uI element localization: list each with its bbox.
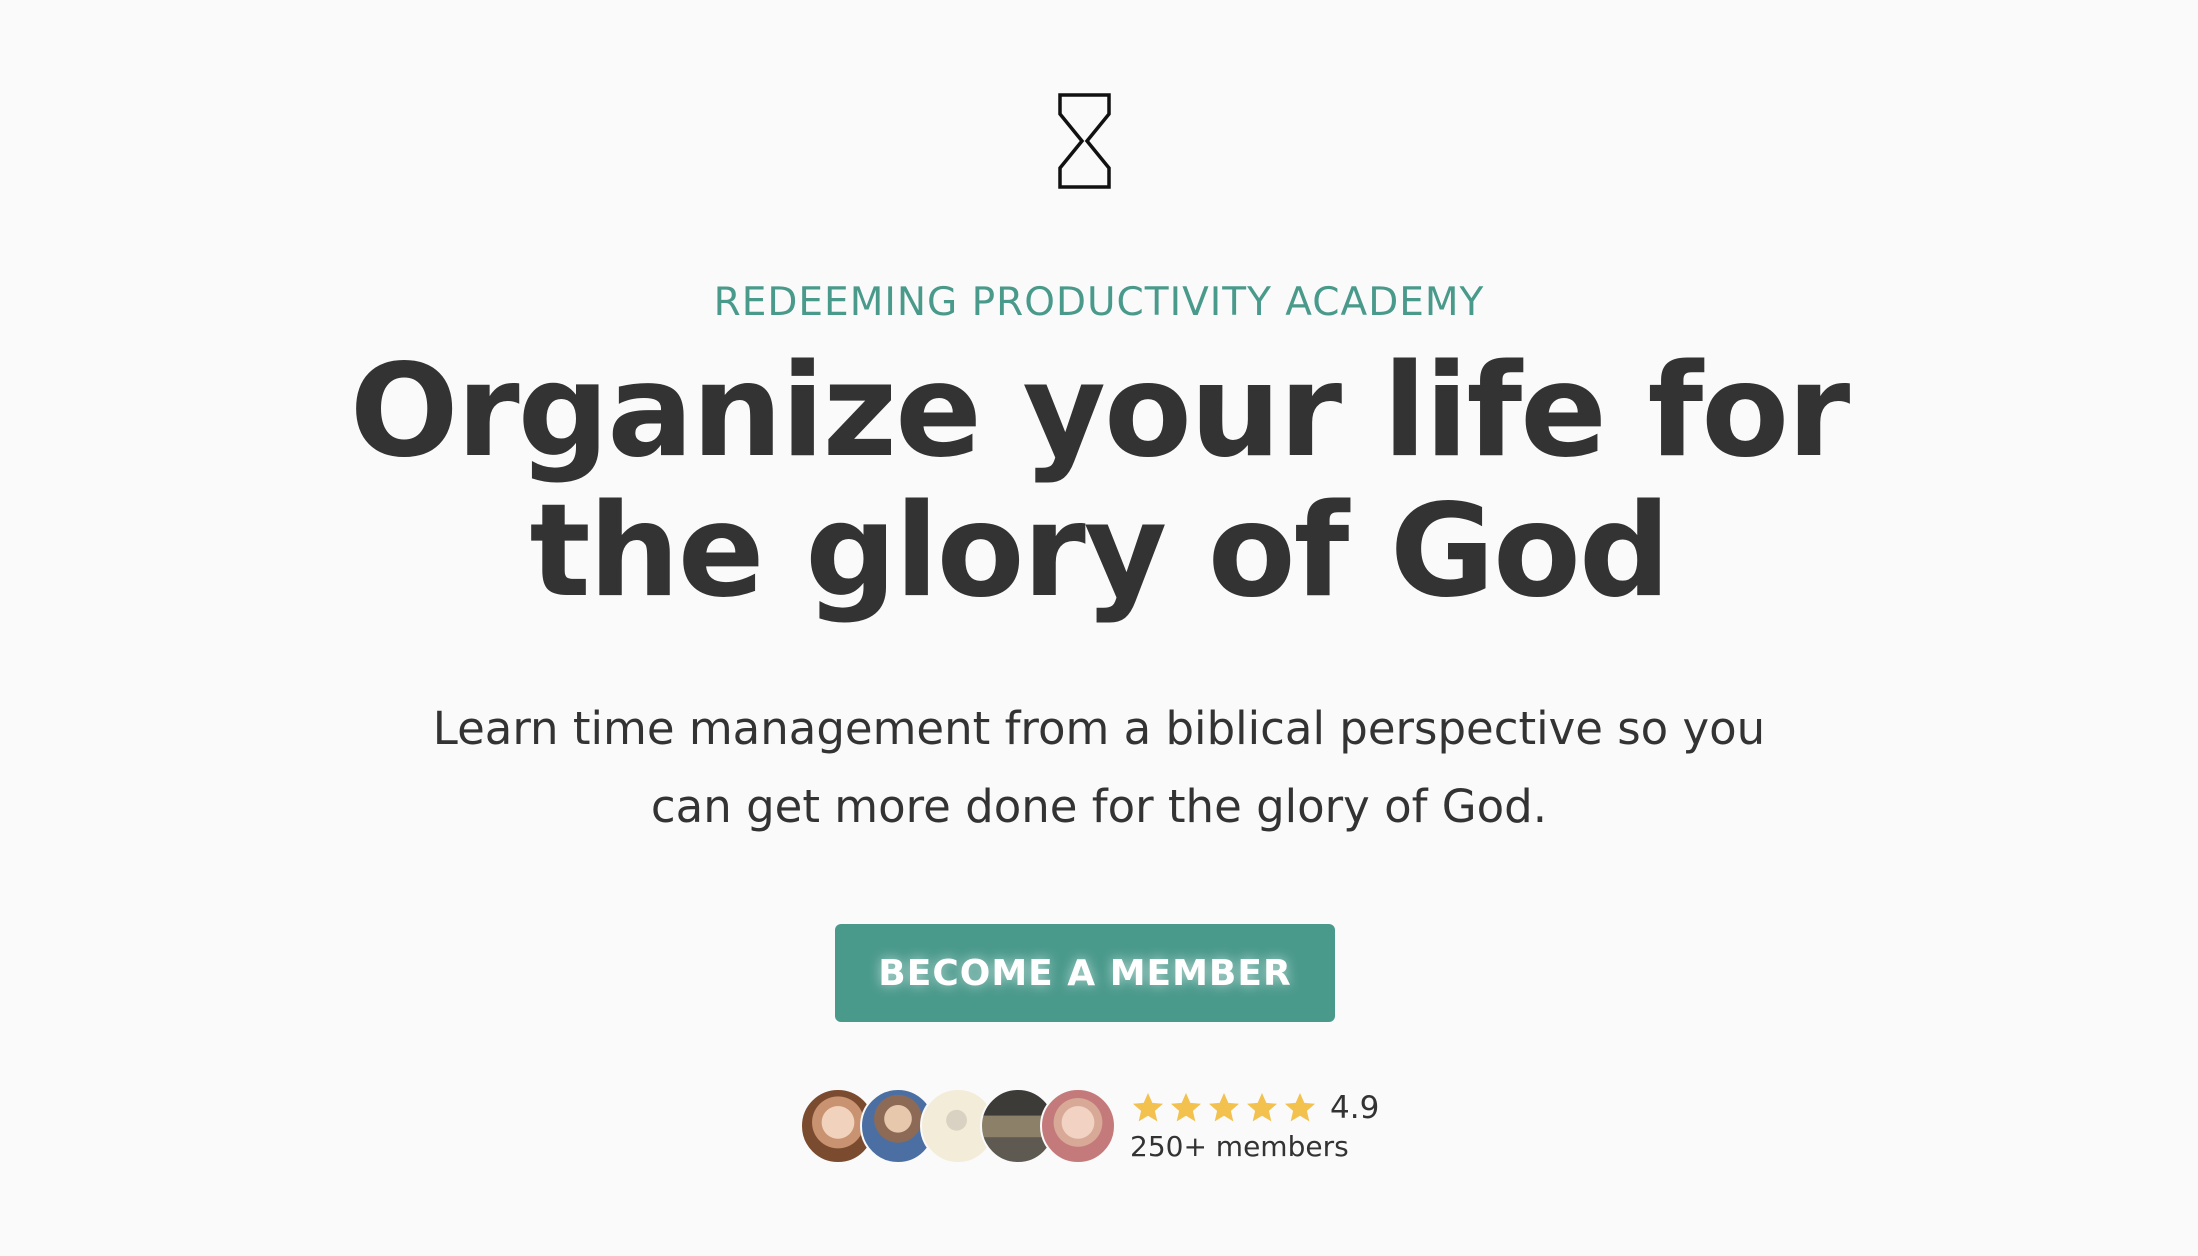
star-icon <box>1133 1093 1163 1122</box>
hourglass-icon <box>1058 93 1111 189</box>
star-icon <box>1285 1093 1315 1122</box>
star-icon <box>1209 1093 1239 1122</box>
become-member-button[interactable]: BECOME A MEMBER <box>835 924 1335 1022</box>
academy-eyebrow: REDEEMING PRODUCTIVITY ACADEMY <box>713 280 1485 325</box>
social-proof: 4.9 250+ members <box>800 1088 1400 1164</box>
member-avatars <box>800 1088 1120 1164</box>
subtext-line-1: Learn time management from a biblical pe… <box>432 702 1766 755</box>
headline-line-1: Organize your life for <box>349 337 1851 486</box>
rating-row: 4.9 <box>1130 1088 1379 1128</box>
subtext-line-2: can get more done for the glory of God. <box>650 780 1548 833</box>
star-icon <box>1171 1093 1201 1122</box>
hero-subtext: Learn time management from a biblical pe… <box>380 690 1818 846</box>
headline-line-2: the glory of God <box>529 477 1670 626</box>
star-icon <box>1247 1093 1277 1122</box>
member-avatar <box>1040 1088 1116 1164</box>
member-count: 250+ members <box>1130 1130 1349 1163</box>
hero-headline: Organize your life for the glory of God <box>300 342 1898 622</box>
rating-value: 4.9 <box>1330 1090 1380 1126</box>
